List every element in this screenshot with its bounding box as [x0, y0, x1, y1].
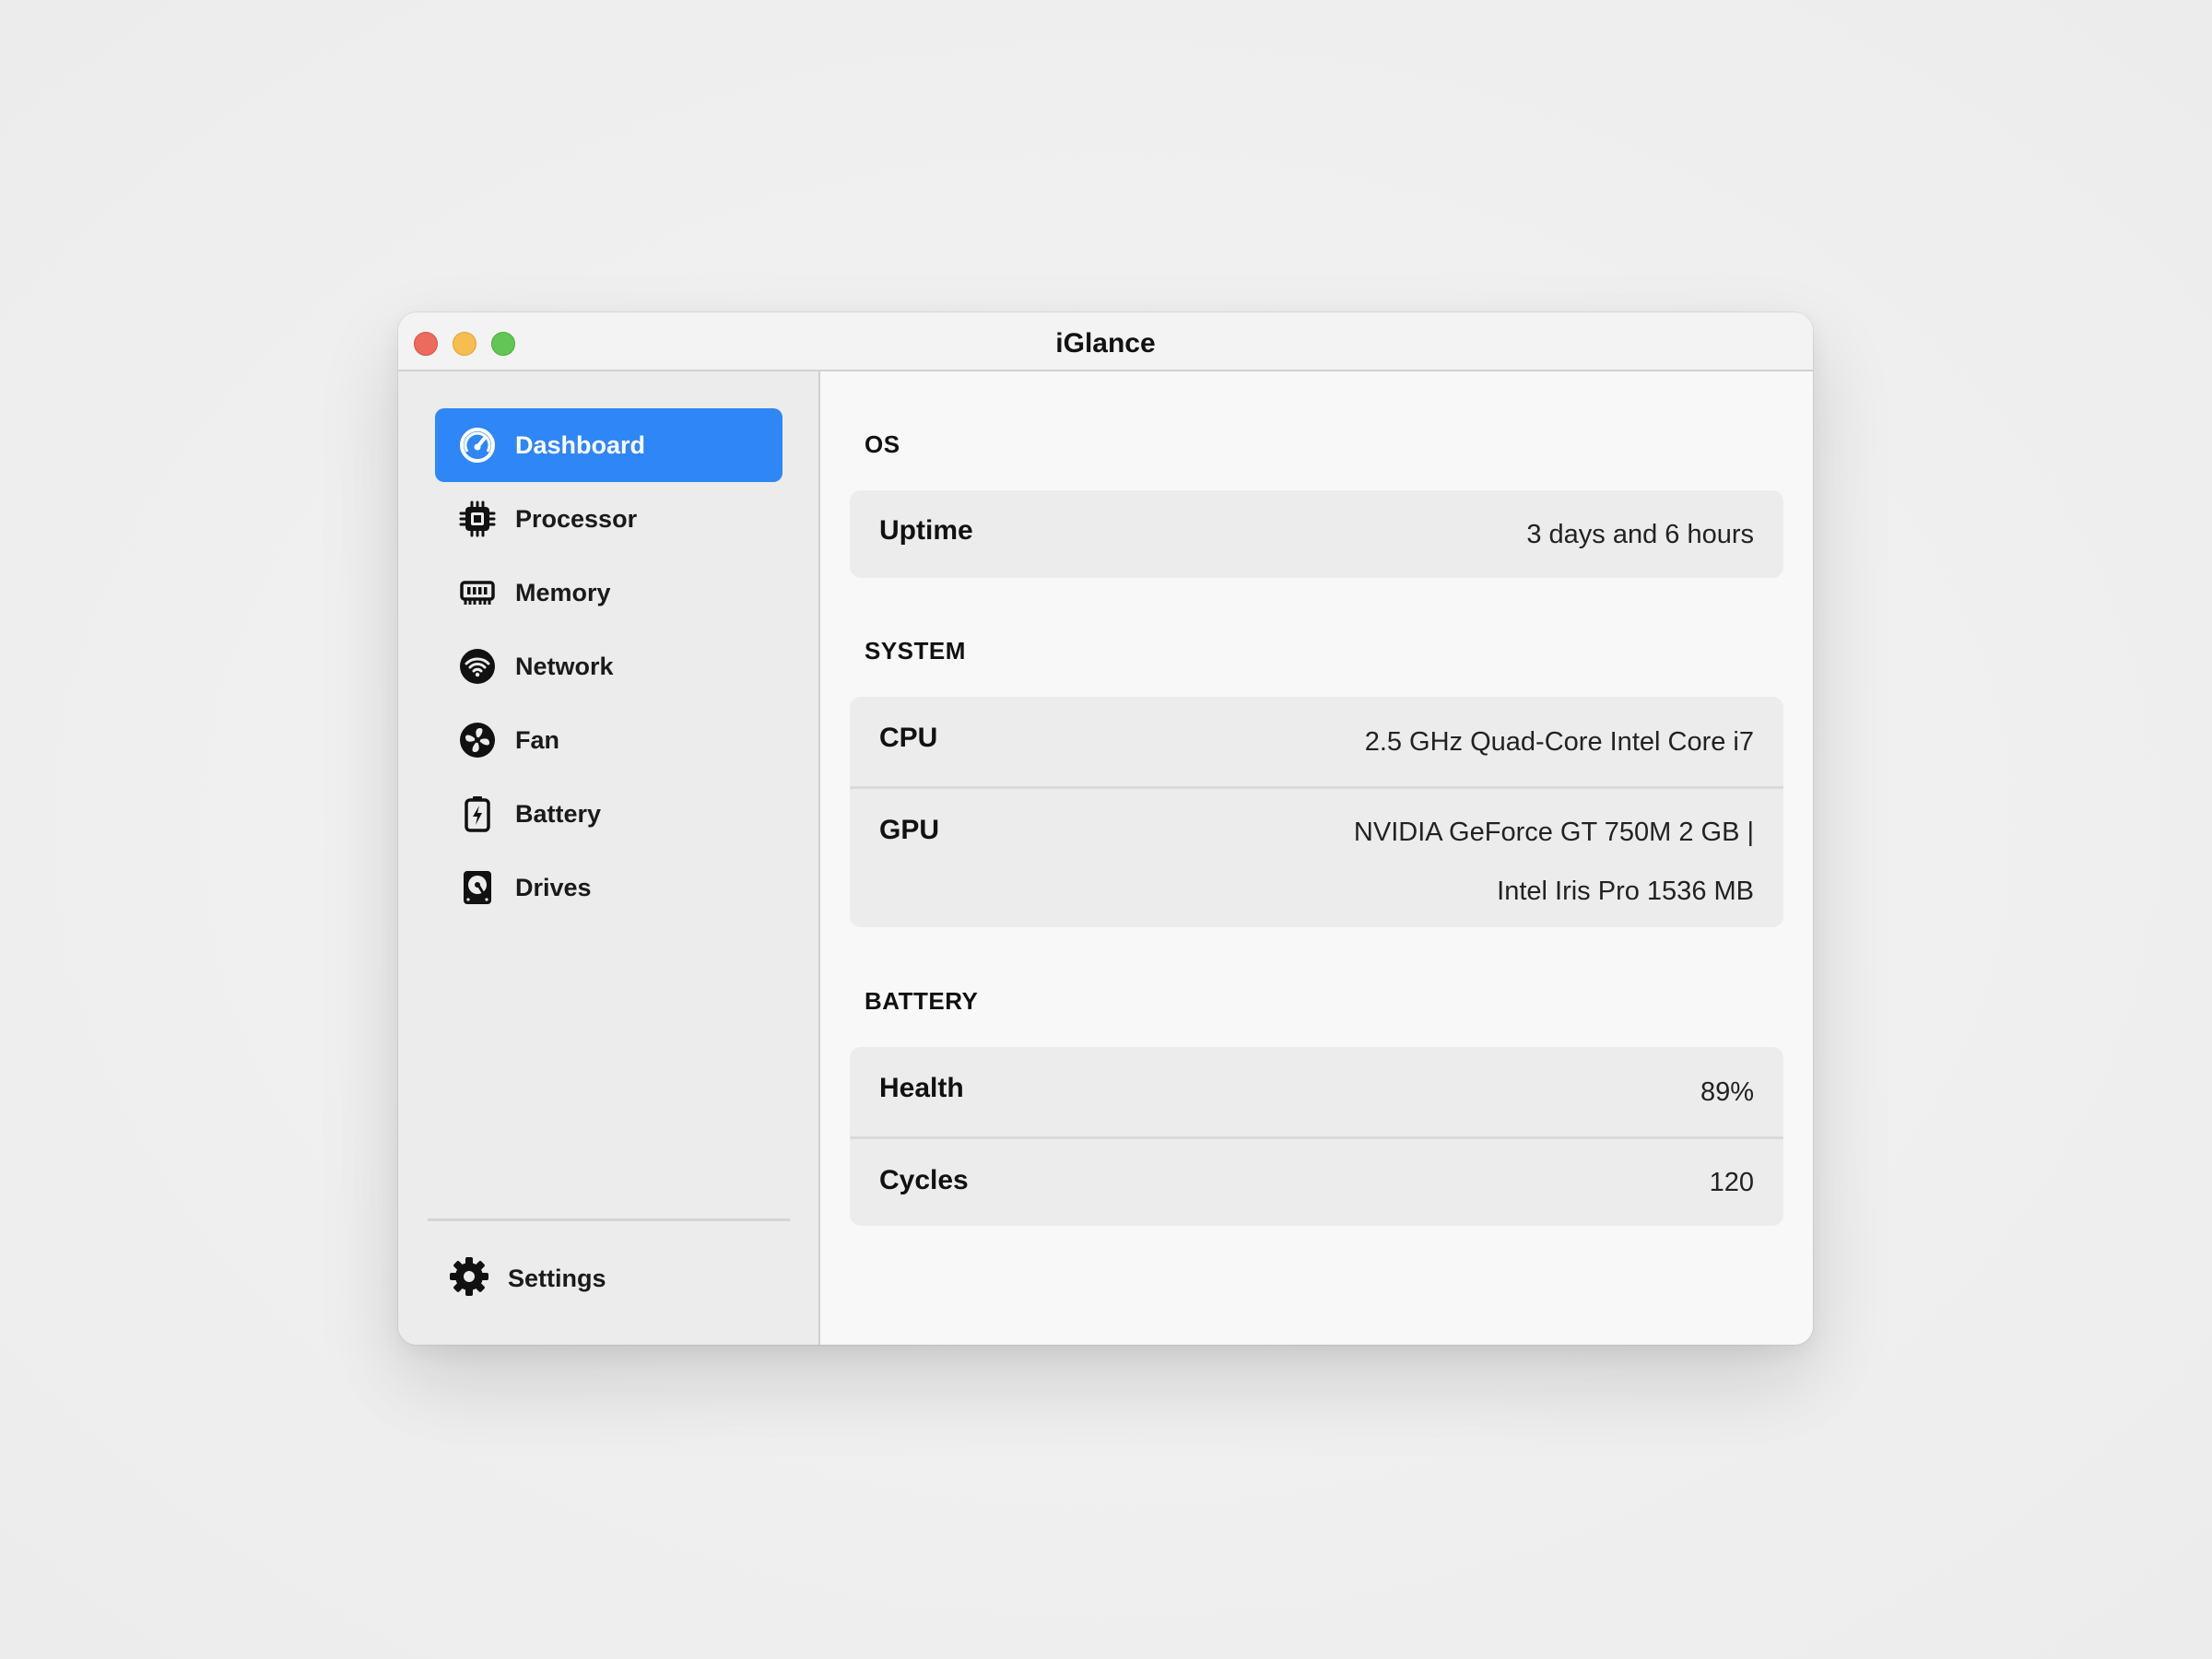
sidebar-item-label: Fan	[515, 725, 560, 754]
sidebar-item-battery[interactable]: Battery	[435, 777, 782, 851]
sidebar-item-label: Battery	[515, 799, 602, 828]
section-title-os: OS	[865, 430, 900, 458]
sidebar-item-label: Network	[515, 652, 614, 680]
sidebar-item-fan[interactable]: Fan	[435, 703, 782, 777]
cycles-row: Cycles 120	[850, 1136, 1783, 1226]
sidebar-item-label: Processor	[515, 504, 638, 533]
gpu-value-line1: NVIDIA GeForce GT 750M 2 GB |	[1353, 818, 1754, 847]
uptime-label: Uptime	[879, 515, 973, 546]
sidebar-item-dashboard[interactable]: Dashboard	[435, 408, 782, 482]
gpu-row: GPU NVIDIA GeForce GT 750M 2 GB | Intel …	[850, 786, 1783, 927]
uptime-value: 3 days and 6 hours	[1526, 520, 1754, 549]
section-title-battery: BATTERY	[865, 987, 979, 1015]
settings-divider	[428, 1218, 790, 1221]
settings-button[interactable]: Settings	[449, 1255, 606, 1301]
gpu-label: GPU	[879, 815, 940, 845]
uptime-row: Uptime 3 days and 6 hours	[850, 490, 1783, 578]
cycles-label: Cycles	[879, 1165, 969, 1195]
fan-icon	[458, 721, 497, 759]
sidebar-item-label: Drives	[515, 873, 592, 901]
sidebar-item-network[interactable]: Network	[435, 629, 782, 703]
health-label: Health	[879, 1073, 964, 1103]
cpu-label: CPU	[879, 723, 938, 753]
health-row: Health 89%	[850, 1047, 1783, 1136]
settings-label: Settings	[508, 1264, 606, 1292]
network-wifi-icon	[458, 647, 497, 686]
system-card: CPU 2.5 GHz Quad-Core Intel Core i7 GPU …	[850, 697, 1783, 927]
cpu-value: 2.5 GHz Quad-Core Intel Core i7	[1364, 727, 1754, 757]
cycles-value: 120	[1709, 1168, 1754, 1197]
health-value: 89%	[1700, 1077, 1754, 1107]
os-card: Uptime 3 days and 6 hours	[850, 490, 1783, 578]
app-window: iGlance Dashboard Processor Memory Netwo…	[398, 312, 1813, 1345]
gear-icon	[449, 1256, 489, 1301]
window-title: iGlance	[1055, 328, 1156, 359]
sidebar-item-memory[interactable]: Memory	[435, 556, 782, 629]
sidebar-item-label: Memory	[515, 578, 611, 606]
section-title-system: SYSTEM	[865, 637, 966, 665]
drive-icon	[458, 868, 497, 907]
sidebar: Dashboard Processor Memory Network Fan B…	[398, 371, 820, 1345]
title-bar[interactable]: iGlance	[398, 312, 1813, 371]
battery-icon	[458, 794, 497, 833]
memory-ram-icon	[458, 573, 497, 612]
sidebar-item-label: Dashboard	[515, 430, 646, 459]
sidebar-item-drives[interactable]: Drives	[435, 851, 782, 924]
cpu-row: CPU 2.5 GHz Quad-Core Intel Core i7	[850, 697, 1783, 786]
dashboard-gauge-icon	[458, 426, 497, 465]
battery-card: Health 89% Cycles 120	[850, 1047, 1783, 1226]
sidebar-item-processor[interactable]: Processor	[435, 482, 782, 556]
processor-chip-icon	[458, 500, 497, 538]
gpu-value-line2: Intel Iris Pro 1536 MB	[1497, 877, 1754, 906]
